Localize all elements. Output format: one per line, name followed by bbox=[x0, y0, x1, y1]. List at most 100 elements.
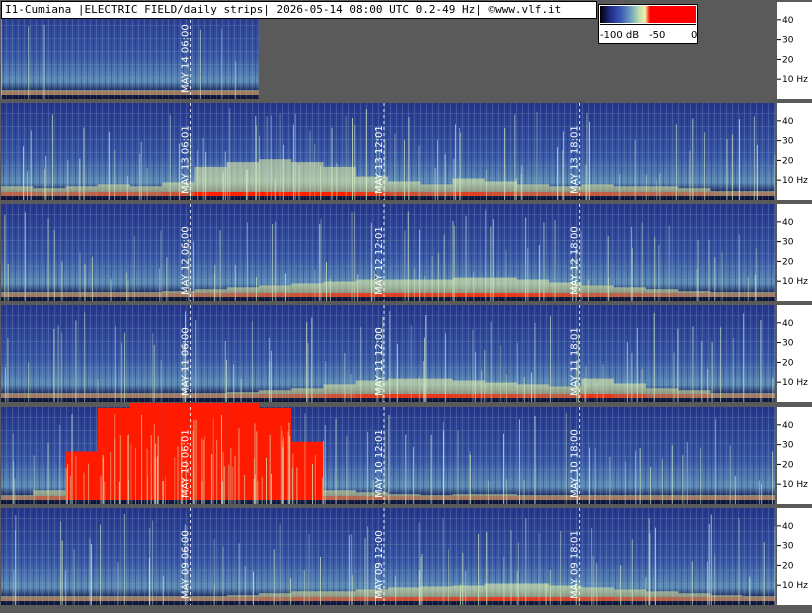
activity-spike bbox=[711, 342, 713, 402]
activity-spike bbox=[706, 561, 708, 605]
time-marker-label: MAY 13 18:01 bbox=[570, 125, 581, 194]
activity-band bbox=[259, 407, 292, 500]
activity-spike bbox=[202, 137, 204, 200]
frequency-line bbox=[1, 51, 259, 52]
activity-spike bbox=[43, 169, 45, 200]
activity-spike bbox=[133, 235, 135, 301]
activity-spike bbox=[238, 543, 240, 605]
time-marker-label: MAY 09 06:00 bbox=[180, 530, 191, 599]
activity-red-floor bbox=[452, 394, 485, 398]
activity-spike bbox=[557, 147, 559, 200]
activity-red-floor bbox=[613, 192, 646, 196]
activity-spike bbox=[47, 442, 49, 504]
frequency-line bbox=[1, 214, 775, 215]
activity-red-floor bbox=[613, 597, 646, 601]
activity-red-floor bbox=[420, 394, 453, 398]
activity-spike bbox=[395, 575, 397, 605]
activity-spike bbox=[534, 416, 536, 504]
activity-spike bbox=[350, 373, 352, 402]
activity-spike bbox=[219, 230, 221, 301]
spectrogram-strip: MAY 12 06:00 MAY 12 12:01 MAY 12 18:00 10 H… bbox=[1, 204, 812, 301]
activity-spike bbox=[270, 350, 272, 402]
activity-red-floor bbox=[130, 192, 163, 196]
activity-spike bbox=[549, 316, 551, 402]
activity-spike bbox=[453, 158, 455, 200]
activity-red-floor bbox=[97, 394, 130, 398]
activity-red-floor bbox=[452, 597, 485, 601]
activity-spike bbox=[193, 241, 195, 301]
activity-spike bbox=[229, 108, 231, 200]
activity-spike bbox=[230, 447, 232, 504]
activity-spike bbox=[205, 151, 207, 200]
activity-spike bbox=[365, 109, 367, 200]
activity-spike bbox=[245, 170, 247, 200]
activity-spike bbox=[202, 439, 204, 504]
activity-spike bbox=[195, 319, 197, 402]
activity-spike bbox=[351, 212, 353, 301]
activity-spike bbox=[710, 514, 712, 605]
y-tick-label: 10 Hz bbox=[782, 378, 808, 388]
activity-spike bbox=[12, 461, 14, 504]
activity-red-floor bbox=[710, 293, 743, 297]
activity-spike bbox=[288, 422, 290, 504]
activity-spike bbox=[97, 379, 99, 402]
activity-spike bbox=[594, 448, 596, 504]
activity-spike bbox=[580, 231, 582, 301]
colorbar-label-min: -100 dB bbox=[600, 30, 640, 41]
activity-spike bbox=[714, 256, 716, 301]
activity-red-floor bbox=[581, 597, 614, 601]
activity-spike bbox=[53, 328, 55, 402]
activity-red-floor bbox=[1, 192, 34, 196]
activity-spike bbox=[292, 124, 294, 200]
activity-spike bbox=[465, 215, 467, 301]
colorbar-label-max: 0 bbox=[691, 30, 698, 41]
y-tick-label: 20 bbox=[782, 156, 794, 166]
activity-spike bbox=[523, 480, 525, 504]
y-tick-label: 30 bbox=[782, 137, 794, 147]
activity-spike bbox=[294, 113, 296, 200]
time-marker-label: MAY 12 12:01 bbox=[374, 226, 385, 295]
activity-spike bbox=[123, 332, 125, 402]
activity-spike bbox=[279, 524, 281, 605]
activity-spike bbox=[160, 359, 162, 402]
activity-spike bbox=[538, 245, 540, 301]
activity-spike bbox=[320, 556, 322, 605]
activity-spike bbox=[247, 222, 249, 301]
activity-spike bbox=[682, 455, 684, 504]
activity-spike bbox=[75, 320, 77, 402]
y-tick-label: 10 Hz bbox=[782, 480, 808, 490]
frequency-line bbox=[1, 583, 775, 584]
frequency-line bbox=[1, 38, 259, 39]
activity-spike bbox=[279, 113, 281, 200]
activity-spike bbox=[320, 219, 322, 301]
activity-red-floor bbox=[291, 597, 324, 601]
activity-spike bbox=[247, 169, 249, 200]
activity-red-floor bbox=[613, 394, 646, 398]
activity-spike bbox=[659, 173, 661, 200]
activity-spike bbox=[505, 250, 507, 301]
activity-spike bbox=[296, 467, 298, 504]
activity-red-floor bbox=[742, 293, 775, 297]
activity-spike bbox=[108, 132, 110, 200]
activity-red-floor bbox=[194, 597, 227, 601]
activity-spike bbox=[354, 124, 356, 200]
activity-spike bbox=[602, 364, 604, 402]
activity-spike bbox=[749, 576, 751, 605]
activity-spike bbox=[47, 218, 49, 301]
activity-spike bbox=[66, 464, 68, 504]
activity-spike bbox=[223, 466, 225, 504]
activity-spike bbox=[423, 361, 425, 402]
activity-spike bbox=[474, 351, 476, 402]
activity-spike bbox=[503, 556, 505, 605]
activity-red-floor bbox=[710, 597, 743, 601]
activity-spike bbox=[7, 338, 9, 402]
activity-spike bbox=[238, 428, 240, 504]
activity-spike bbox=[214, 264, 216, 301]
activity-spike bbox=[434, 168, 436, 200]
activity-spike bbox=[404, 230, 406, 301]
activity-spike bbox=[413, 268, 415, 301]
activity-spike bbox=[123, 513, 125, 605]
activity-spike bbox=[344, 352, 346, 402]
activity-spike bbox=[4, 215, 6, 301]
activity-spike bbox=[325, 361, 327, 402]
